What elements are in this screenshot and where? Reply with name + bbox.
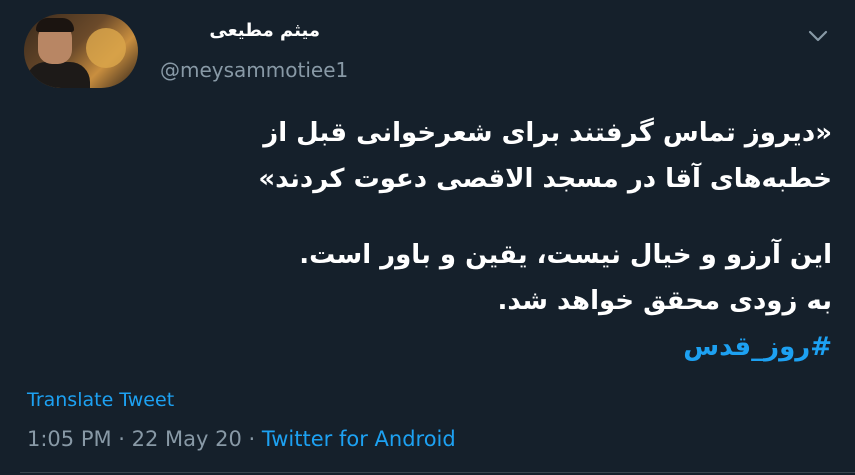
- tweet-line: «دیروز تماس گرفتند برای شعرخوانی قبل از: [263, 118, 832, 148]
- avatar-background-dome: [86, 28, 126, 68]
- tweet-time: 1:05 PM: [27, 427, 112, 451]
- author-handle[interactable]: @meysammotiee1: [160, 58, 348, 82]
- avatar-body: [26, 62, 90, 88]
- meta-separator: ·: [111, 427, 132, 451]
- tweet-line: به زودی محقق خواهد شد.: [497, 286, 832, 316]
- tweet-text: «دیروز تماس گرفتند برای شعرخوانی قبل از …: [20, 110, 832, 370]
- avatar[interactable]: [24, 14, 138, 88]
- meta-separator: ·: [241, 427, 262, 451]
- tweet-line: این آرزو و خیال نیست، یقین و باور است.: [299, 240, 832, 270]
- tweet-line: خطبه‌های آقا در مسجد الاقصی دعوت کردند»: [258, 164, 832, 194]
- divider: [20, 472, 855, 473]
- tweet-source-link[interactable]: Twitter for Android: [262, 427, 456, 451]
- tweet-meta: 1:05 PM · 22 May 20 · Twitter for Androi…: [27, 427, 456, 451]
- translate-tweet-link[interactable]: Translate Tweet: [27, 389, 174, 411]
- chevron-down-icon[interactable]: [808, 28, 828, 42]
- tweet-date: 22 May 20: [131, 427, 242, 451]
- hashtag-link[interactable]: #روز_قدس: [20, 324, 832, 370]
- avatar-hair: [36, 18, 74, 32]
- author-display-name[interactable]: میثم مطیعی: [160, 20, 320, 41]
